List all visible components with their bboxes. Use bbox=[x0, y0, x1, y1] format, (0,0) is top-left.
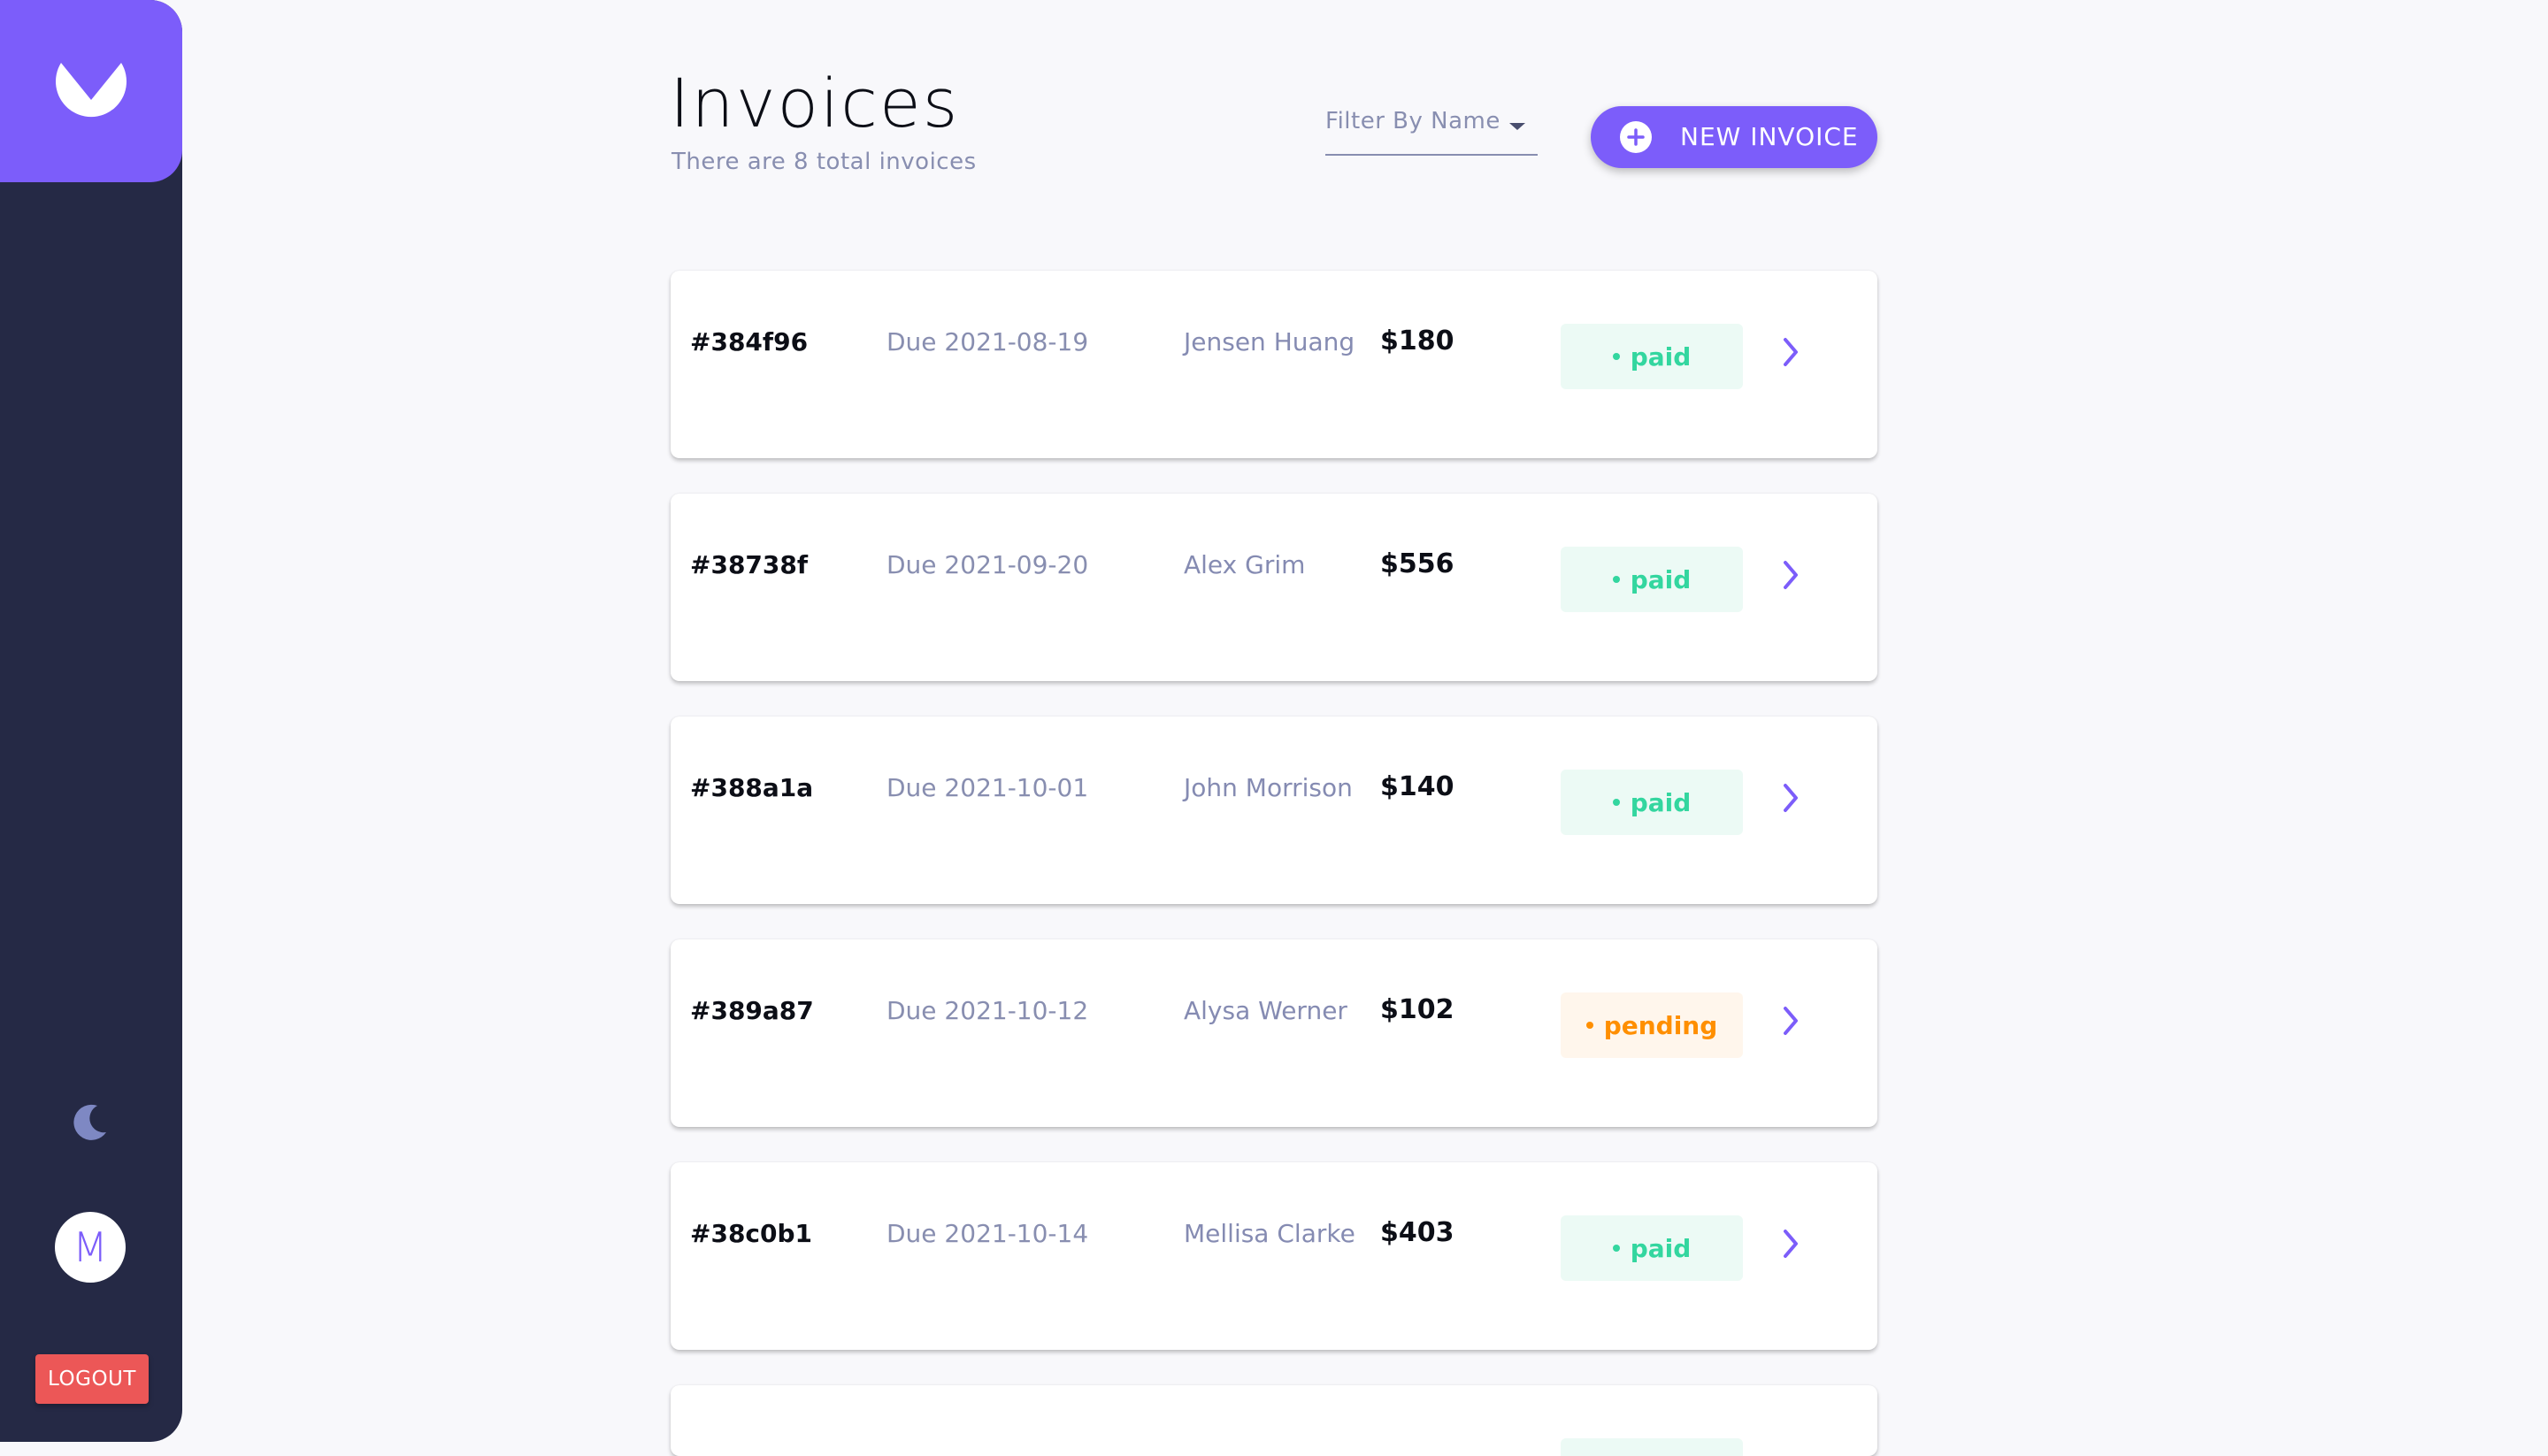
filter-label: Filter By Name bbox=[1325, 108, 1500, 134]
chevron-right-icon[interactable] bbox=[1780, 1226, 1803, 1261]
invoice-total: $102 bbox=[1380, 994, 1454, 1025]
logout-button[interactable]: LOGOUT bbox=[35, 1354, 149, 1404]
status-dot-icon bbox=[1612, 576, 1620, 583]
invoice-id: #389a87 bbox=[690, 996, 814, 1025]
new-invoice-button[interactable]: NEW INVOICE bbox=[1591, 106, 1877, 168]
invoice-due-date: Due 2021-10-01 bbox=[886, 773, 1089, 802]
chevron-right-icon[interactable] bbox=[1780, 1003, 1803, 1038]
invoice-client-name: Alysa Werner bbox=[1184, 996, 1347, 1025]
invoice-due-date: Due 2021-08-19 bbox=[886, 327, 1089, 356]
invoice-card[interactable]: #38c0b1 Due 2021-10-14 Mellisa Clarke $4… bbox=[671, 1162, 1877, 1350]
app-logo-icon bbox=[55, 63, 127, 118]
invoice-due-date: Due 2021-09-20 bbox=[886, 550, 1089, 579]
invoice-client-name: Alex Grim bbox=[1184, 550, 1306, 579]
plus-icon bbox=[1620, 121, 1652, 153]
invoice-total: $180 bbox=[1380, 326, 1454, 356]
status-badge: paid bbox=[1561, 547, 1743, 612]
moon-icon[interactable] bbox=[71, 1102, 110, 1145]
invoice-card[interactable]: #389a87 Due 2021-10-12 Alysa Werner $102… bbox=[671, 939, 1877, 1127]
filter-by-name-dropdown[interactable]: Filter By Name bbox=[1325, 106, 1538, 156]
invoice-due-date: Due 2021-10-12 bbox=[886, 996, 1089, 1025]
invoice-client-name: Mellisa Clarke bbox=[1184, 1219, 1355, 1248]
status-dot-icon bbox=[1612, 1245, 1620, 1252]
invoice-list: #384f96 Due 2021-08-19 Jensen Huang $180… bbox=[671, 271, 1877, 1456]
invoice-id: #388a1a bbox=[690, 773, 814, 802]
invoice-total: $140 bbox=[1380, 771, 1454, 802]
invoice-total: $556 bbox=[1380, 548, 1454, 579]
invoice-card[interactable]: #388a1a Due 2021-10-01 John Morrison $14… bbox=[671, 717, 1877, 904]
invoice-card[interactable]: #384f96 Due 2021-08-19 Jensen Huang $180… bbox=[671, 271, 1877, 458]
invoice-card[interactable] bbox=[671, 1385, 1877, 1456]
sidebar: M LOGOUT bbox=[0, 0, 182, 1442]
chevron-right-icon[interactable] bbox=[1780, 780, 1803, 816]
status-badge: paid bbox=[1561, 324, 1743, 389]
chevron-right-icon[interactable] bbox=[1780, 557, 1803, 593]
avatar[interactable]: M bbox=[55, 1212, 126, 1283]
invoice-id: #38c0b1 bbox=[690, 1219, 813, 1248]
invoice-id: #384f96 bbox=[690, 327, 809, 356]
status-label: pending bbox=[1603, 1010, 1718, 1040]
status-badge: paid bbox=[1561, 1215, 1743, 1281]
caret-down-icon bbox=[1509, 123, 1525, 130]
status-badge: pending bbox=[1561, 992, 1743, 1058]
status-dot-icon bbox=[1612, 353, 1620, 360]
status-badge: paid bbox=[1561, 770, 1743, 835]
status-label: paid bbox=[1630, 564, 1692, 594]
status-badge bbox=[1561, 1438, 1743, 1456]
status-label: paid bbox=[1630, 1233, 1692, 1263]
invoice-count-subtitle: There are 8 total invoices bbox=[672, 149, 977, 175]
status-dot-icon bbox=[1585, 1022, 1593, 1029]
invoice-client-name: John Morrison bbox=[1184, 773, 1353, 802]
page-title: Invoices bbox=[670, 64, 960, 142]
new-invoice-label: NEW INVOICE bbox=[1680, 122, 1859, 151]
invoice-card[interactable]: #38738f Due 2021-09-20 Alex Grim $556 pa… bbox=[671, 494, 1877, 681]
status-label: paid bbox=[1630, 341, 1692, 372]
invoice-total: $403 bbox=[1380, 1217, 1454, 1248]
invoice-due-date: Due 2021-10-14 bbox=[886, 1219, 1089, 1248]
invoice-client-name: Jensen Huang bbox=[1184, 327, 1355, 356]
invoice-id: #38738f bbox=[690, 550, 809, 579]
app-logo[interactable] bbox=[0, 0, 182, 182]
chevron-right-icon[interactable] bbox=[1780, 334, 1803, 370]
status-dot-icon bbox=[1612, 799, 1620, 806]
status-label: paid bbox=[1630, 787, 1692, 817]
